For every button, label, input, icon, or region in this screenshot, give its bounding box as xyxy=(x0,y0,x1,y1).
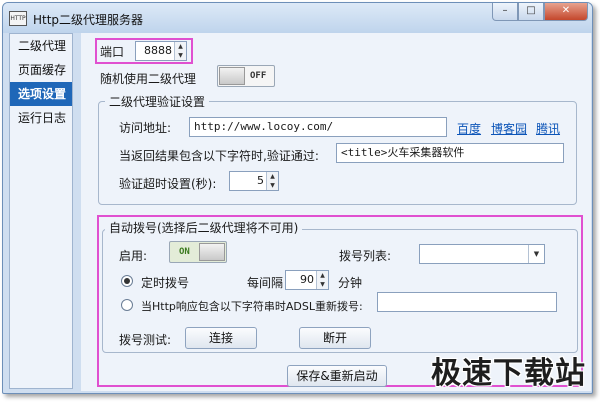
timed-dial-label: 定时拨号 xyxy=(141,276,190,290)
sidebar-item-run-log[interactable]: 运行日志 xyxy=(10,106,72,130)
port-label: 端口 xyxy=(100,45,125,59)
url-label: 访问地址: xyxy=(119,121,172,135)
maximize-button[interactable]: □ xyxy=(518,3,544,21)
random-proxy-label: 随机使用二级代理 xyxy=(100,72,197,86)
stepper-up-icon[interactable]: ▲ xyxy=(267,172,278,181)
dial-list-select[interactable]: ▼ xyxy=(419,244,545,264)
http-dial-input[interactable] xyxy=(377,292,557,312)
stepper-down-icon[interactable]: ▼ xyxy=(317,280,328,289)
minimize-button[interactable]: – xyxy=(492,3,518,21)
link-baidu[interactable]: 百度 xyxy=(457,120,481,137)
sidebar-nav: 二级代理 页面缓存 选项设置 运行日志 xyxy=(9,33,73,389)
url-input[interactable]: http://www.locoy.com/ xyxy=(189,117,447,137)
interval-unit: 分钟 xyxy=(338,276,363,290)
timed-dial-radio[interactable] xyxy=(121,275,133,287)
http-dial-label: 当Http响应包含以下字符串时ADSL重新拨号: xyxy=(141,300,363,313)
dial-test-label: 拨号测试: xyxy=(119,333,172,347)
interval-stepper[interactable]: 90 ▲ ▼ xyxy=(285,270,329,290)
interval-stepper-arrows[interactable]: ▲ ▼ xyxy=(316,271,328,289)
timeout-value: 5 xyxy=(257,174,264,187)
port-stepper[interactable]: 8888 ▲ ▼ xyxy=(135,41,187,61)
match-input[interactable]: <title>火车采集器软件 xyxy=(336,143,564,163)
toggle-knob xyxy=(199,243,225,261)
stepper-down-icon[interactable]: ▼ xyxy=(267,181,278,190)
port-value: 8888 xyxy=(144,44,172,57)
timeout-label: 验证超时设置(秒): xyxy=(119,177,217,191)
sidebar-item-secondary-proxy[interactable]: 二级代理 xyxy=(10,34,72,58)
connect-button[interactable]: 连接 xyxy=(185,327,257,349)
dial-group-title: 自动拨号(选择后二级代理将不可用) xyxy=(105,219,303,236)
port-stepper-arrows[interactable]: ▲ ▼ xyxy=(174,42,186,60)
http-dial-radio[interactable] xyxy=(121,299,133,311)
stepper-up-icon[interactable]: ▲ xyxy=(317,271,328,280)
close-button[interactable]: ✕ xyxy=(544,3,588,21)
enable-toggle[interactable]: ON xyxy=(169,241,227,263)
chevron-down-icon[interactable]: ▼ xyxy=(528,245,544,263)
interval-value: 90 xyxy=(300,273,314,286)
timeout-stepper-arrows[interactable]: ▲ ▼ xyxy=(266,172,278,190)
sidebar-item-options[interactable]: 选项设置 xyxy=(10,82,72,106)
dial-list-label: 拨号列表: xyxy=(339,249,392,263)
random-proxy-toggle[interactable]: OFF xyxy=(217,65,275,87)
title-bar[interactable]: HTTP Http二级代理服务器 – □ ✕ xyxy=(3,3,592,33)
enable-label: 启用: xyxy=(119,249,148,263)
verify-group-title: 二级代理验证设置 xyxy=(105,93,210,110)
save-restart-button[interactable]: 保存&重新启动 xyxy=(287,365,387,387)
disconnect-button[interactable]: 断开 xyxy=(299,327,371,349)
app-icon: HTTP xyxy=(9,11,27,26)
options-panel: 端口 8888 ▲ ▼ 随机使用二级代理 OFF 二级代理验证设置 访问地址: … xyxy=(81,33,591,391)
app-window: HTTP Http二级代理服务器 – □ ✕ 二级代理 页面缓存 选项设置 运行… xyxy=(2,2,593,394)
enable-toggle-text: ON xyxy=(179,247,190,257)
sidebar-item-page-cache[interactable]: 页面缓存 xyxy=(10,58,72,82)
window-title: Http二级代理服务器 xyxy=(33,13,144,27)
match-label: 当返回结果包含以下字符时,验证通过: xyxy=(119,149,319,163)
timeout-stepper[interactable]: 5 ▲ ▼ xyxy=(229,171,279,191)
link-tencent[interactable]: 腾讯 xyxy=(536,120,560,137)
window-controls: – □ ✕ xyxy=(492,3,588,23)
stepper-down-icon[interactable]: ▼ xyxy=(175,51,186,60)
interval-label: 每间隔 xyxy=(247,276,284,290)
stepper-up-icon[interactable]: ▲ xyxy=(175,42,186,51)
toggle-knob xyxy=(219,67,245,85)
link-cnblogs[interactable]: 博客园 xyxy=(491,120,527,137)
random-proxy-toggle-text: OFF xyxy=(250,71,267,81)
watermark-logo: 极速下载站 xyxy=(431,356,586,391)
